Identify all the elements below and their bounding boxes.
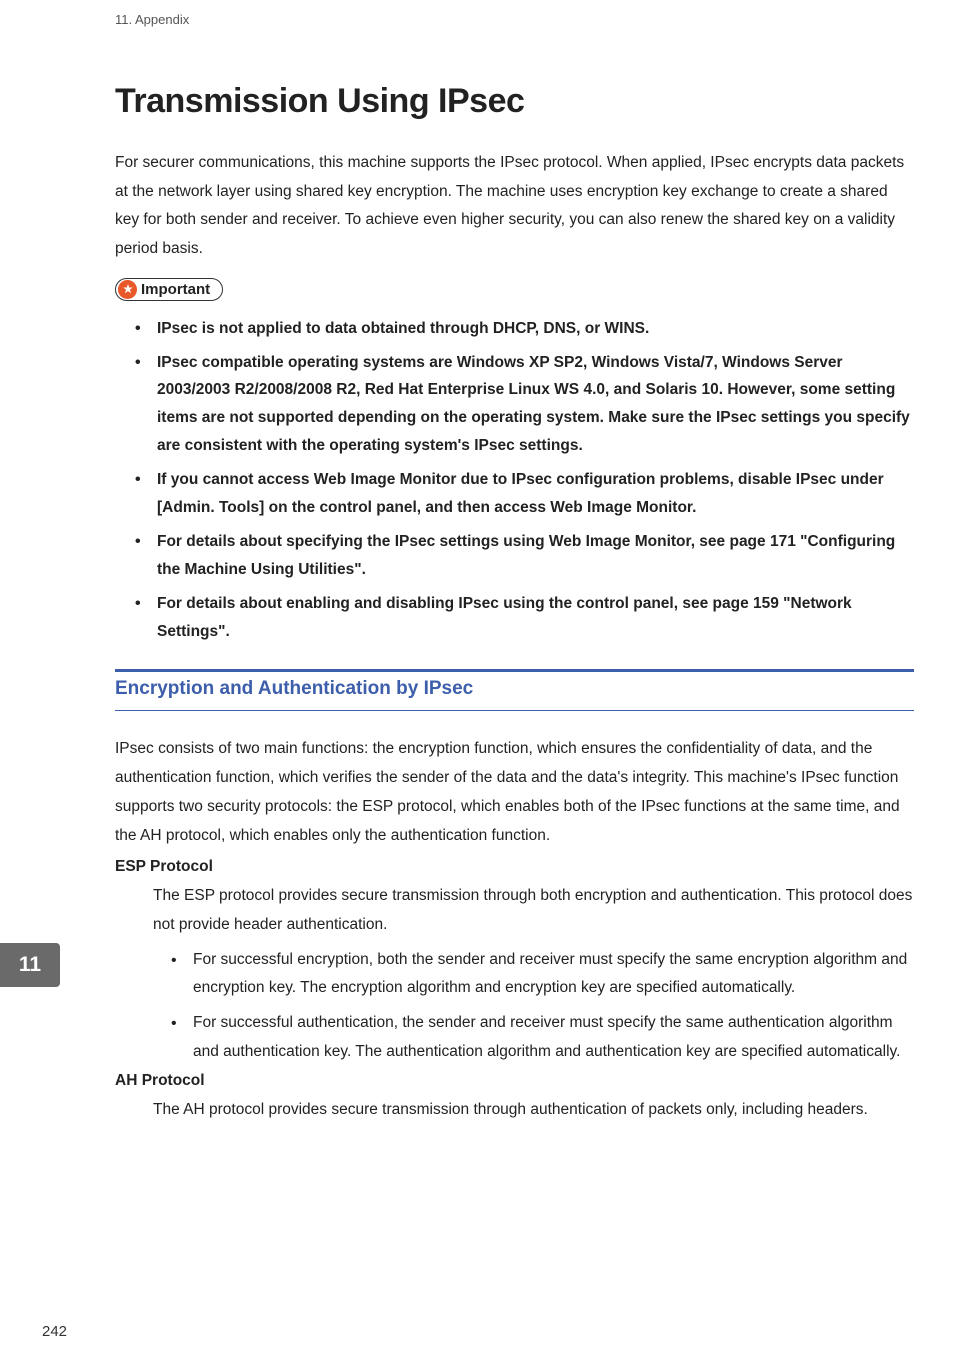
- section-divider: [115, 669, 914, 672]
- page-title: Transmission Using IPsec: [115, 82, 914, 121]
- star-icon: [118, 280, 137, 299]
- section-intro: IPsec consists of two main functions: th…: [115, 735, 914, 850]
- chapter-label: 11. Appendix: [115, 12, 189, 27]
- list-item: If you cannot access Web Image Monitor d…: [157, 466, 914, 522]
- page-number: 242: [42, 1323, 67, 1340]
- section-heading: Encryption and Authentication by IPsec: [115, 678, 914, 711]
- page-header: 11. Appendix: [0, 0, 959, 27]
- important-list: IPsec is not applied to data obtained th…: [115, 315, 914, 646]
- ah-heading: AH Protocol: [115, 1072, 914, 1090]
- list-item: IPsec compatible operating systems are W…: [157, 349, 914, 461]
- esp-description: The ESP protocol provides secure transmi…: [115, 882, 914, 939]
- list-item: For successful authentication, the sende…: [193, 1009, 914, 1066]
- list-item: For details about specifying the IPsec s…: [157, 528, 914, 584]
- esp-bullet-list: For successful encryption, both the send…: [115, 946, 914, 1067]
- chapter-number: 11: [19, 953, 41, 977]
- important-label: Important: [141, 281, 210, 298]
- page-content: Transmission Using IPsec For securer com…: [0, 27, 959, 1125]
- list-item: IPsec is not applied to data obtained th…: [157, 315, 914, 343]
- intro-paragraph: For securer communications, this machine…: [115, 149, 914, 264]
- chapter-tab: 11: [0, 943, 60, 987]
- list-item: For details about enabling and disabling…: [157, 590, 914, 646]
- list-item: For successful encryption, both the send…: [193, 946, 914, 1003]
- important-badge: Important: [115, 278, 223, 301]
- esp-heading: ESP Protocol: [115, 858, 914, 876]
- ah-description: The AH protocol provides secure transmis…: [115, 1096, 914, 1125]
